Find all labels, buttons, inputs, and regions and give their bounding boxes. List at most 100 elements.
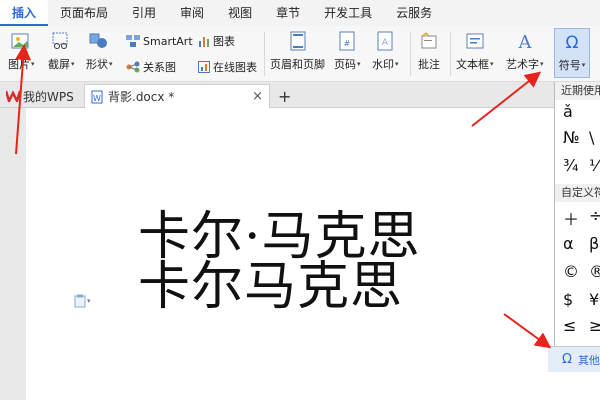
wps-logo-icon bbox=[6, 90, 20, 102]
menu-tab-bar: 插入 页面布局 引用 审阅 视图 章节 开发工具 云服务 bbox=[0, 0, 600, 26]
document-tab-title: 背影.docx * bbox=[108, 90, 175, 104]
chart-label: 图表 bbox=[213, 35, 235, 48]
comment-label: 批注 bbox=[418, 58, 440, 71]
tab-cloud-service[interactable]: 云服务 bbox=[384, 0, 444, 26]
shapes-label: 形状 bbox=[86, 58, 108, 71]
symbol-cell[interactable]: ≥ bbox=[589, 316, 600, 335]
insert-ribbon: 图片 ▾ 截屏 ▾ 形状 ▾ SmartArt 图表 关系图 在线图表 页眉和页… bbox=[0, 26, 600, 82]
symbol-cell[interactable]: ® bbox=[589, 262, 600, 281]
document-icon: W bbox=[91, 90, 103, 103]
symbol-cell[interactable]: β bbox=[589, 234, 599, 253]
chevron-down-icon: ▾ bbox=[357, 60, 361, 68]
screenshot-button[interactable]: 截屏 ▾ bbox=[48, 30, 75, 72]
ribbon-divider bbox=[410, 32, 411, 76]
comment-button[interactable]: 批注 bbox=[418, 30, 440, 72]
document-editor-area: 卡尔·马克思 卡尔马克思 ▾ bbox=[0, 108, 600, 400]
symbol-button[interactable]: Ω 符号 ▾ bbox=[554, 28, 590, 78]
page-number-label: 页码 bbox=[334, 58, 356, 71]
chevron-down-icon: ▾ bbox=[31, 60, 35, 68]
chevron-down-icon: ▾ bbox=[109, 60, 113, 68]
symbol-cell[interactable]: ＋ bbox=[563, 206, 579, 230]
chevron-down-icon: ▾ bbox=[71, 60, 75, 68]
screenshot-label: 截屏 bbox=[48, 58, 70, 71]
smartart-icon bbox=[126, 35, 140, 47]
header-footer-label: 页眉和页脚 bbox=[270, 58, 325, 71]
textbox-label: 文本框 bbox=[456, 58, 489, 71]
custom-symbols-header: 自定义符 bbox=[555, 184, 600, 202]
document-page[interactable]: 卡尔·马克思 卡尔马克思 ▾ bbox=[26, 108, 600, 400]
smartart-button[interactable]: SmartArt bbox=[126, 32, 193, 50]
shapes-button[interactable]: 形状 ▾ bbox=[86, 30, 113, 72]
picture-button[interactable]: 图片 ▾ bbox=[8, 30, 35, 72]
wps-writer-window: 插入 页面布局 引用 审阅 视图 章节 开发工具 云服务 图片 ▾ 截屏 ▾ 形状 ▾ bbox=[0, 0, 600, 400]
symbol-label: 符号 bbox=[558, 59, 581, 72]
symbol-cell[interactable]: ÷ bbox=[589, 206, 600, 225]
chevron-down-icon: ▾ bbox=[581, 61, 586, 69]
wordart-icon: A bbox=[514, 30, 536, 52]
online-chart-icon bbox=[198, 61, 210, 73]
tab-page-layout[interactable]: 页面布局 bbox=[48, 0, 120, 26]
comment-icon bbox=[418, 30, 440, 52]
new-tab-button[interactable]: + bbox=[272, 84, 297, 108]
watermark-button[interactable]: A 水印 ▾ bbox=[372, 30, 399, 72]
relation-diagram-label: 关系图 bbox=[143, 61, 176, 74]
paste-options-icon[interactable]: ▾ bbox=[74, 294, 91, 308]
page-number-button[interactable]: # 页码 ▾ bbox=[334, 30, 361, 72]
tab-view[interactable]: 视图 bbox=[216, 0, 264, 26]
svg-text:A: A bbox=[382, 38, 389, 48]
relation-diagram-button[interactable]: 关系图 bbox=[126, 58, 176, 76]
picture-icon bbox=[10, 30, 32, 52]
symbol-cell[interactable]: ¾ bbox=[563, 156, 579, 175]
more-symbols-label: 其他符号 bbox=[577, 353, 600, 367]
chart-button[interactable]: 图表 bbox=[198, 32, 235, 50]
omega-icon: Ω bbox=[562, 352, 572, 367]
wordart-label: 艺术字 bbox=[506, 58, 539, 71]
chevron-down-icon: ▾ bbox=[87, 297, 91, 305]
symbol-cell[interactable]: © bbox=[563, 262, 579, 281]
chevron-down-icon: ▾ bbox=[395, 60, 399, 68]
my-wps-label: 我的WPS bbox=[23, 89, 74, 104]
symbol-cell[interactable]: ≤ bbox=[563, 316, 576, 335]
online-chart-button[interactable]: 在线图表 bbox=[198, 58, 257, 76]
symbol-cell[interactable]: $ bbox=[563, 290, 573, 309]
shapes-icon bbox=[88, 30, 110, 52]
chart-icon bbox=[199, 37, 209, 47]
ribbon-divider bbox=[264, 32, 265, 76]
tab-references[interactable]: 引用 bbox=[120, 0, 168, 26]
wordart-button[interactable]: A 艺术字 ▾ bbox=[506, 30, 544, 72]
omega-icon: Ω bbox=[561, 31, 583, 53]
textbox-button[interactable]: 文本框 ▾ bbox=[456, 30, 494, 72]
picture-label: 图片 bbox=[8, 58, 30, 71]
symbol-dropdown-panel: 近期使用 ǎ № \ ¾ ⅟ 自定义符 ＋ ÷ α β © ® $ ¥ ≤ ≥ bbox=[554, 82, 600, 372]
svg-text:W: W bbox=[93, 94, 101, 103]
close-tab-icon[interactable]: × bbox=[252, 89, 263, 104]
textbox-icon bbox=[464, 30, 486, 52]
document-text-line[interactable]: 卡尔马克思 bbox=[138, 244, 403, 319]
page-number-icon: # bbox=[336, 30, 358, 52]
symbol-cell[interactable]: \ bbox=[589, 128, 594, 147]
symbol-cell[interactable]: α bbox=[563, 234, 574, 253]
symbol-cell[interactable]: № bbox=[563, 128, 580, 147]
tab-my-wps[interactable]: 我的WPS bbox=[0, 84, 82, 108]
symbol-cell[interactable]: ¥ bbox=[589, 290, 599, 309]
svg-text:#: # bbox=[344, 39, 351, 48]
svg-text:Ω: Ω bbox=[566, 33, 579, 52]
tab-insert[interactable]: 插入 bbox=[0, 0, 49, 26]
tab-developer[interactable]: 开发工具 bbox=[312, 0, 384, 26]
ribbon-divider bbox=[450, 32, 451, 76]
header-footer-button[interactable]: 页眉和页脚 bbox=[270, 30, 325, 72]
symbol-cell[interactable]: ⅟ bbox=[589, 156, 598, 175]
tab-chapter[interactable]: 章节 bbox=[264, 0, 312, 26]
relation-diagram-icon bbox=[126, 61, 140, 73]
watermark-label: 水印 bbox=[372, 58, 394, 71]
header-footer-icon bbox=[287, 30, 309, 52]
scissors-icon bbox=[50, 30, 72, 52]
watermark-icon: A bbox=[374, 30, 396, 52]
tab-document[interactable]: W 背影.docx * × bbox=[84, 84, 270, 108]
symbol-cell[interactable]: ǎ bbox=[563, 102, 573, 121]
svg-text:A: A bbox=[517, 32, 532, 51]
more-symbols-button[interactable]: Ω 其他符号 bbox=[548, 346, 600, 372]
tab-review[interactable]: 审阅 bbox=[168, 0, 216, 26]
chevron-down-icon: ▾ bbox=[490, 60, 494, 68]
chevron-down-icon: ▾ bbox=[540, 60, 544, 68]
